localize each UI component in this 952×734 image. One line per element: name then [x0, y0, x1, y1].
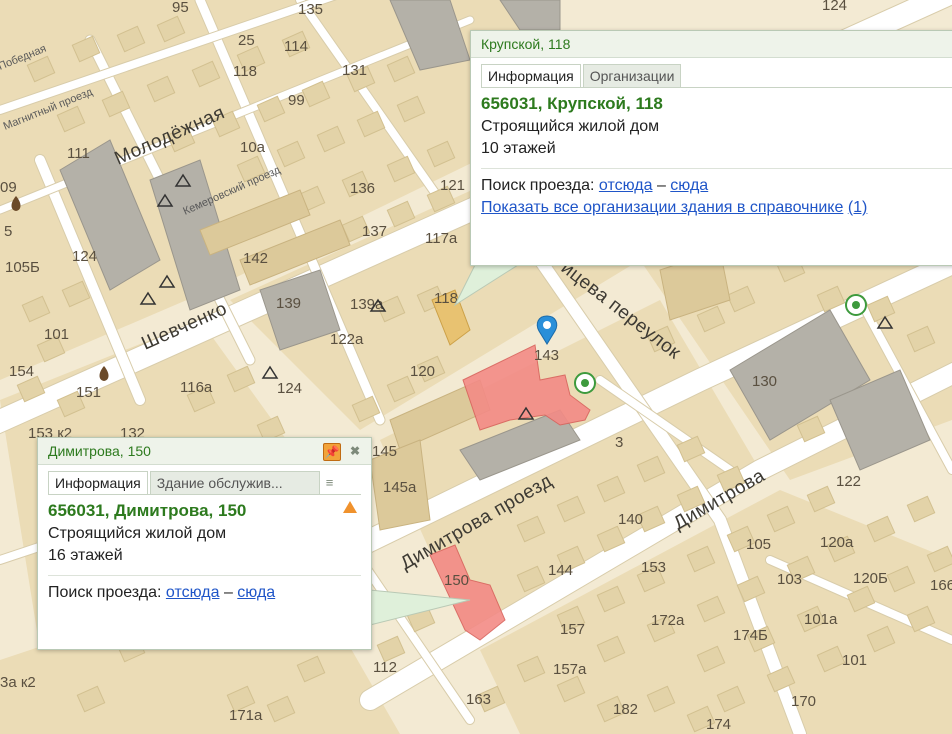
house-number: 171а	[229, 707, 263, 724]
house-number: 122	[836, 473, 861, 490]
popup-body: 656031, Димитрова, 150 Строящийся жилой …	[48, 494, 361, 604]
house-number: 5	[4, 223, 12, 240]
popup-body: 656031, Крупской, 118 Строящийся жилой д…	[481, 87, 952, 219]
house-number: 130	[752, 373, 777, 390]
house-number: 118	[434, 290, 458, 307]
house-number: 105	[746, 536, 771, 553]
popup-tabs: Информация Здание обслужив... ≡	[38, 465, 371, 494]
house-number: 101	[842, 652, 867, 669]
house-number: 150	[444, 572, 469, 589]
house-number: 09	[0, 179, 17, 196]
route-from-link[interactable]: отсюда	[599, 177, 653, 194]
popup-title: Димитрова, 150 📌 ✖	[38, 438, 371, 465]
house-number: 25	[238, 32, 255, 49]
house-number: 117а	[425, 230, 458, 247]
house-number: 145а	[383, 479, 417, 496]
house-number: 105Б	[5, 259, 40, 276]
pin-icon[interactable]: 📌	[323, 443, 341, 461]
divider	[48, 575, 361, 576]
house-number: 120	[410, 363, 435, 380]
house-number: 139	[276, 295, 301, 312]
house-number: 99	[288, 92, 305, 109]
tab-building-service[interactable]: Здание обслужив...	[149, 471, 320, 494]
route-from-link[interactable]: отсюда	[166, 584, 220, 601]
house-number: 170	[791, 693, 816, 710]
house-number: 145	[372, 443, 397, 460]
tab-organizations[interactable]: Организации	[582, 64, 682, 87]
house-number: 101а	[804, 611, 838, 628]
building-popup-krupskoy: Крупской, 118 Информация Организации 656…	[470, 30, 952, 266]
house-number: 142	[243, 250, 268, 267]
floors-count: 16 этажей	[48, 547, 123, 564]
house-number: 140	[618, 511, 643, 528]
house-number: 122а	[330, 331, 364, 348]
route-label: Поиск проезда:	[481, 177, 595, 194]
route-to-link[interactable]: сюда	[670, 177, 708, 194]
house-number: 182	[613, 701, 638, 718]
house-number: 124	[277, 380, 302, 397]
house-number: 120Б	[853, 570, 888, 587]
tab-information[interactable]: Информация	[48, 471, 148, 494]
house-number: 3	[615, 434, 623, 451]
house-number: 166	[930, 577, 952, 594]
house-number: 111	[67, 145, 90, 162]
house-number: 135	[298, 1, 323, 18]
house-number: 137	[362, 223, 387, 240]
divider	[481, 168, 952, 169]
house-number: 103	[777, 571, 802, 588]
house-number: 112	[373, 659, 397, 676]
house-number: 3а к2	[0, 674, 36, 691]
recycle-icon-dot	[852, 301, 860, 309]
map-pin-dot	[543, 321, 551, 329]
warning-icon[interactable]	[343, 501, 357, 513]
house-number: 10а	[240, 139, 266, 156]
house-number: 95	[172, 0, 189, 16]
house-number: 174Б	[733, 627, 768, 644]
building-type: Строящийся жилой дом	[48, 525, 227, 542]
house-number: 101	[44, 326, 69, 343]
organizations-count[interactable]: (1)	[848, 199, 868, 216]
popup-title-text: Крупской, 118	[481, 36, 571, 52]
house-number: 154	[9, 363, 34, 380]
house-number: 114	[284, 38, 308, 55]
orgs-row: Показать все организации здания в справо…	[481, 197, 952, 219]
popup-title-text: Димитрова, 150	[48, 443, 151, 459]
house-number: 163	[466, 691, 491, 708]
route-dash: –	[656, 177, 666, 194]
tab-information[interactable]: Информация	[481, 64, 581, 87]
building-type: Строящийся жилой дом	[481, 118, 660, 135]
building-popup-dimitrova: Димитрова, 150 📌 ✖ Информация Здание обс…	[37, 437, 372, 650]
address: 656031, Димитрова, 150	[48, 501, 247, 520]
house-number: 124	[822, 0, 847, 14]
recycle-icon-dot	[581, 379, 589, 387]
route-dash: –	[223, 584, 233, 601]
route-search: Поиск проезда: отсюда – сюда	[481, 175, 952, 197]
floors-count: 10 этажей	[481, 140, 556, 157]
house-number: 144	[548, 562, 573, 579]
house-number: 143	[534, 347, 559, 364]
address: 656031, Крупской, 118	[481, 94, 663, 113]
popup-tabs: Информация Организации	[471, 58, 952, 87]
house-number: 121	[440, 177, 465, 194]
house-number: 172а	[651, 612, 685, 629]
house-number: 174	[706, 716, 731, 733]
house-number: 131	[342, 62, 367, 79]
house-number: 124	[72, 248, 97, 265]
house-number: 153	[641, 559, 666, 576]
route-search: Поиск проезда: отсюда – сюда	[48, 582, 361, 604]
house-number: 136	[350, 180, 375, 197]
house-number: 157	[560, 621, 585, 638]
menu-icon[interactable]: ≡	[322, 471, 337, 494]
house-number: 118	[233, 63, 257, 80]
show-organizations-link[interactable]: Показать все организации здания в справо…	[481, 199, 843, 216]
house-number: 151	[76, 384, 101, 401]
popup-title: Крупской, 118	[471, 31, 952, 58]
house-number: 116а	[180, 379, 213, 396]
house-number: 157а	[553, 661, 587, 678]
close-icon[interactable]: ✖	[347, 443, 363, 459]
route-label: Поиск проезда:	[48, 584, 162, 601]
house-number: 120а	[820, 534, 854, 551]
route-to-link[interactable]: сюда	[237, 584, 275, 601]
